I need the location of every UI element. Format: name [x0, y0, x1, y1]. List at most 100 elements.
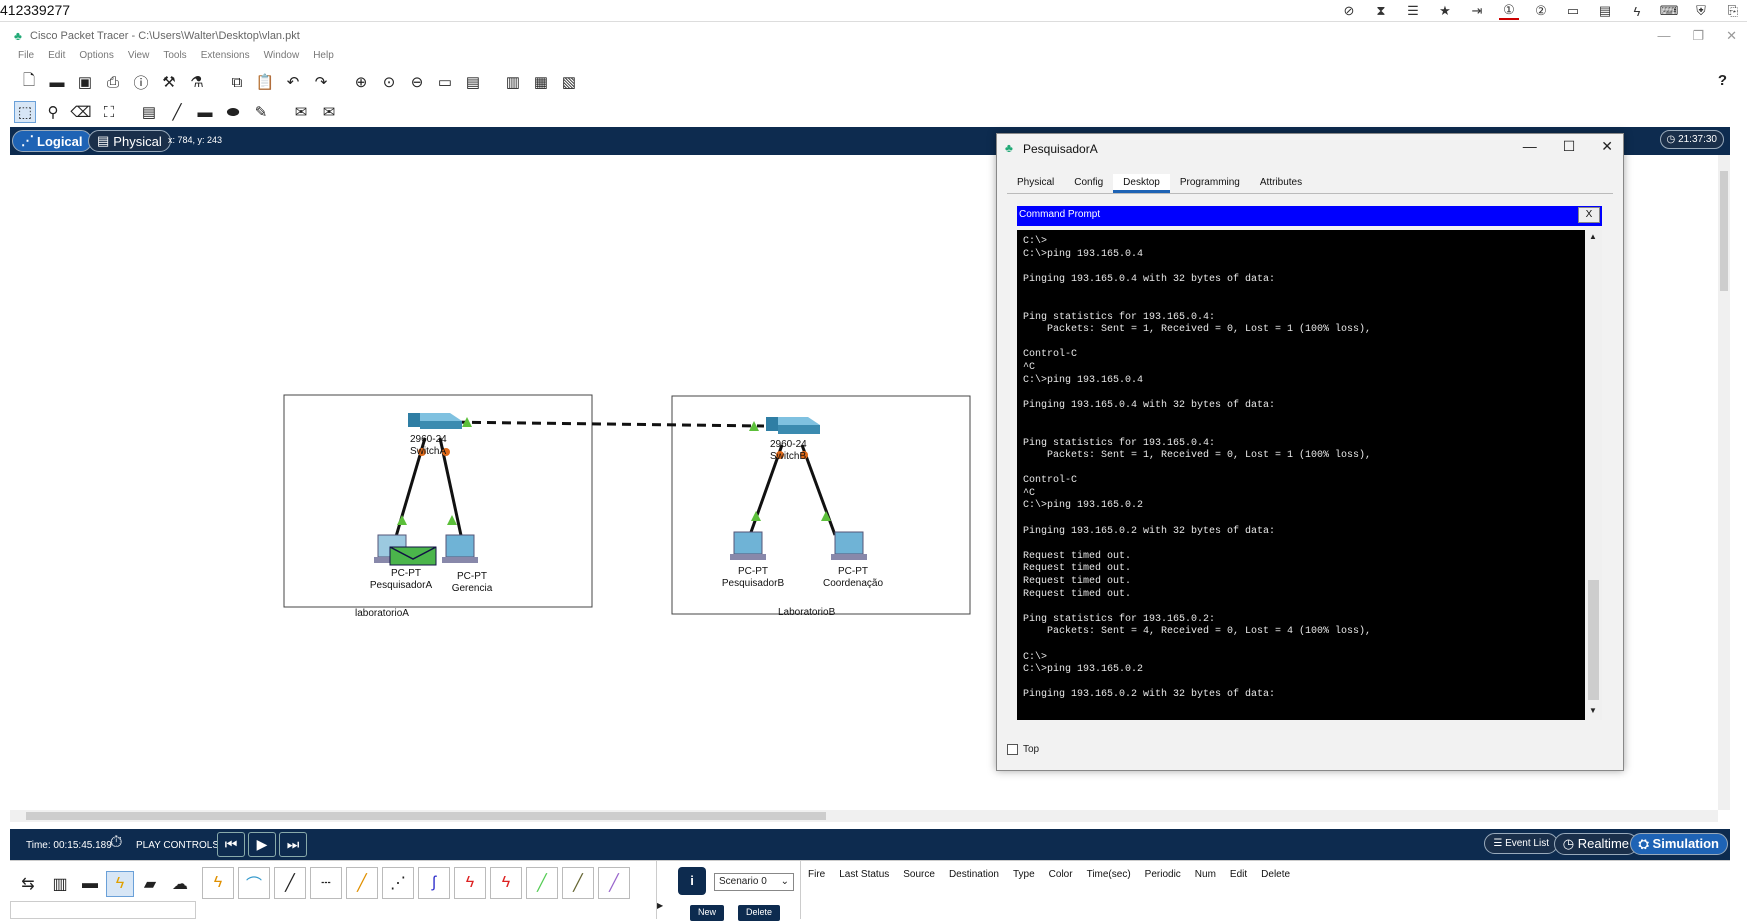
physical-button[interactable]: ▤ Physical [88, 130, 171, 152]
crossover-cable-icon[interactable]: ┄ [310, 867, 342, 899]
viewport-icon[interactable]: ▦ [530, 71, 552, 93]
dialog-close-button[interactable]: ✕ [1601, 138, 1613, 155]
menu-file[interactable]: File [18, 50, 34, 61]
tab-attributes[interactable]: Attributes [1250, 174, 1312, 193]
menu-view[interactable]: View [128, 50, 150, 61]
console-cable-icon[interactable]: ⌒ [238, 867, 270, 899]
menu-window[interactable]: Window [264, 50, 300, 61]
play-button[interactable]: ▶ [248, 832, 276, 857]
event-list-button[interactable]: ☰ Event List [1484, 833, 1558, 854]
image-icon[interactable]: ▧ [558, 71, 580, 93]
straight-cable-icon[interactable]: ╱ [274, 867, 306, 899]
database-icon[interactable]: ☰ [1403, 2, 1423, 20]
resize-icon[interactable]: ⛶ [98, 101, 120, 123]
paste-icon[interactable]: 📋 [254, 71, 276, 93]
col-source[interactable]: Source [903, 869, 935, 880]
zoom-in-icon[interactable]: ⊕ [350, 71, 372, 93]
scroll-up-icon[interactable]: ▲ [1589, 232, 1597, 241]
col-time[interactable]: Time(sec) [1087, 869, 1131, 880]
vertical-scrollbar[interactable] [1718, 155, 1730, 810]
switch-b-icon[interactable] [766, 417, 820, 434]
delete-scenario-button[interactable]: Delete [738, 905, 781, 921]
shield-icon[interactable]: ⛨ [1691, 2, 1711, 20]
zoom-out-icon[interactable]: ⊖ [406, 71, 428, 93]
auto-connection-icon[interactable]: ϟ [202, 867, 234, 899]
undo-icon[interactable]: ↶ [282, 71, 304, 93]
select-icon[interactable]: ⬚ [14, 101, 36, 123]
col-edit[interactable]: Edit [1230, 869, 1247, 880]
keyboard-icon[interactable]: ⌨ [1659, 2, 1679, 20]
scenario-select[interactable]: Scenario 0 ⌄ [714, 873, 794, 891]
tab-config[interactable]: Config [1064, 174, 1113, 193]
custom-device-icon[interactable]: ▤ [462, 71, 484, 93]
simulation-button[interactable]: ⛭ Simulation [1629, 833, 1728, 855]
activity-wizard-icon[interactable]: ⚗ [186, 71, 208, 93]
menu-edit[interactable]: Edit [48, 50, 65, 61]
usb-cable-icon[interactable]: ╱ [598, 867, 630, 899]
monitor-off-icon[interactable]: ⊘ [1339, 2, 1359, 20]
network-wizard-icon[interactable]: ⚒ [158, 71, 180, 93]
lightning-icon[interactable]: ϟ [1627, 2, 1647, 20]
restore-button[interactable]: ❐ [1692, 28, 1704, 44]
command-prompt-close-button[interactable]: X [1578, 207, 1600, 223]
coaxial-cable-icon[interactable]: ʃ [418, 867, 450, 899]
terminal-output[interactable]: C:\> C:\>ping 193.165.0.4 Pinging 193.16… [1017, 230, 1585, 720]
inspect-icon[interactable]: ⚲ [42, 101, 64, 123]
horizontal-scroll-thumb[interactable] [26, 812, 826, 820]
multiuser-icon[interactable]: ☁ [166, 871, 194, 897]
phone-cable-icon[interactable]: ⋰ [382, 867, 414, 899]
desktop-1-icon[interactable]: ① [1499, 2, 1519, 20]
zoom-reset-icon[interactable]: ⊙ [378, 71, 400, 93]
col-delete[interactable]: Delete [1261, 869, 1290, 880]
logical-button[interactable]: ⋰ Logical [12, 130, 92, 152]
scroll-down-icon[interactable]: ▼ [1589, 706, 1597, 715]
pc-coordenacao-icon[interactable] [831, 531, 867, 560]
info-icon[interactable]: ⓘ [130, 71, 152, 93]
pdu-envelope-icon[interactable] [389, 546, 437, 566]
delete-icon[interactable]: ⌫ [70, 101, 92, 123]
desktop-2-icon[interactable]: ② [1531, 2, 1551, 20]
open-folder-icon[interactable]: ▬ [46, 71, 68, 93]
tab-physical[interactable]: Physical [1007, 174, 1064, 193]
draw-line-icon[interactable]: ╱ [166, 101, 188, 123]
save-icon[interactable]: ▣ [74, 71, 96, 93]
top-checkbox[interactable] [1007, 744, 1018, 755]
col-fire[interactable]: Fire [808, 869, 825, 880]
pc-gerencia-icon[interactable] [442, 534, 478, 563]
info-icon[interactable]: i [678, 867, 706, 895]
fiber-cable-icon[interactable]: ╱ [346, 867, 378, 899]
print-icon[interactable]: ⎙ [102, 71, 124, 93]
new-scenario-button[interactable]: New [690, 905, 725, 921]
switch-a-icon[interactable] [408, 413, 462, 429]
notes-icon[interactable]: ▥ [502, 71, 524, 93]
login-icon[interactable]: ⇥ [1467, 2, 1487, 20]
terminal-scrollbar[interactable]: ▲ ▼ [1585, 230, 1602, 720]
new-file-icon[interactable]: 🗋 [18, 71, 40, 93]
realtime-button[interactable]: ◷ Realtime [1553, 833, 1638, 855]
draw-rectangle-icon[interactable]: ▬ [194, 101, 216, 123]
minimize-button[interactable]: — [1657, 28, 1670, 44]
drawing-palette-icon[interactable]: ▭ [434, 71, 456, 93]
draw-ellipse-icon[interactable]: ⬬ [222, 101, 244, 123]
help-icon[interactable]: ? [1718, 72, 1727, 89]
freeform-icon[interactable]: ✎ [250, 101, 272, 123]
star-icon[interactable]: ★ [1435, 2, 1455, 20]
power-cycle-icon[interactable]: ⏱ [110, 834, 122, 852]
copy-icon[interactable]: ⧉ [226, 71, 248, 93]
col-type[interactable]: Type [1013, 869, 1035, 880]
serial-dte-icon[interactable]: ϟ [490, 867, 522, 899]
simple-pdu-icon[interactable]: ✉ [290, 101, 312, 123]
complex-pdu-icon[interactable]: ✉ [318, 101, 340, 123]
dialog-minimize-button[interactable]: — [1523, 138, 1537, 155]
note-icon[interactable]: ▤ [138, 101, 160, 123]
iot-cable-icon[interactable]: ╱ [562, 867, 594, 899]
redo-icon[interactable]: ↷ [310, 71, 332, 93]
tab-desktop[interactable]: Desktop [1113, 174, 1170, 193]
remote-icon[interactable]: ⎘ [1723, 2, 1743, 20]
end-devices-icon[interactable]: ▥ [46, 871, 74, 897]
tab-programming[interactable]: Programming [1170, 174, 1250, 193]
link-switchb-coordenacao[interactable] [800, 444, 837, 536]
col-color[interactable]: Color [1049, 869, 1073, 880]
chat-icon[interactable]: ▤ [1595, 2, 1615, 20]
panel-expand-icon[interactable]: ▶ [656, 861, 668, 919]
